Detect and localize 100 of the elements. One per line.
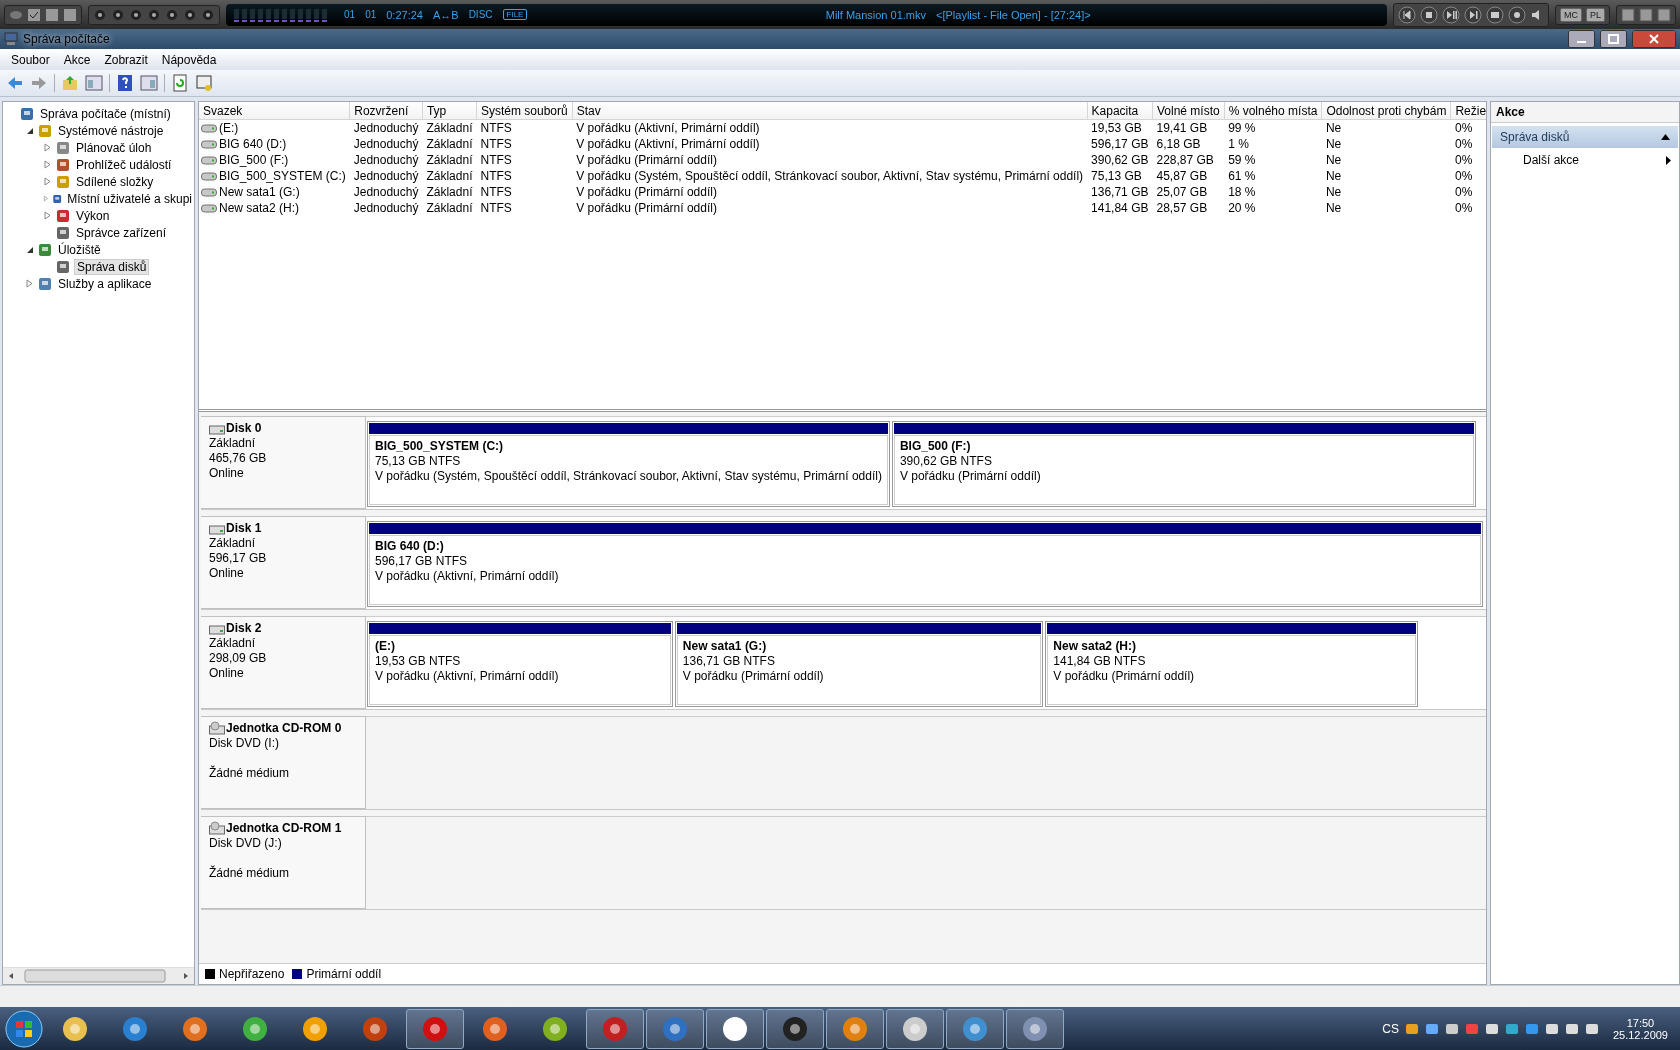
- column-header[interactable]: Stav: [572, 102, 1088, 120]
- tray-icon[interactable]: [1584, 1021, 1599, 1036]
- refresh-icon[interactable]: [171, 74, 189, 92]
- menu-item[interactable]: Nápověda: [154, 50, 224, 69]
- column-header[interactable]: Systém souborů: [476, 102, 573, 120]
- drive-icon: [201, 123, 217, 133]
- column-header[interactable]: Rozvržení: [349, 102, 423, 120]
- taskbar-app-button[interactable]: [1006, 1008, 1064, 1049]
- column-header[interactable]: % volného místa: [1224, 102, 1322, 120]
- tray-icon[interactable]: [1484, 1021, 1499, 1036]
- start-button[interactable]: [4, 1008, 44, 1049]
- tree-item[interactable]: Prohlížeč událostí: [74, 157, 174, 172]
- disc-label: DISC: [468, 9, 493, 20]
- help-icon[interactable]: [116, 74, 134, 92]
- expand-arrow-icon[interactable]: [43, 177, 52, 186]
- tray-icon[interactable]: [1564, 1021, 1579, 1036]
- taskbar-app-button[interactable]: [706, 1008, 764, 1049]
- column-header[interactable]: Svazek: [199, 102, 350, 120]
- tree-item[interactable]: Služby a aplikace: [56, 276, 154, 291]
- table-cell: Jednoduchý: [353, 153, 419, 167]
- taskbar-app-button[interactable]: [886, 1008, 944, 1049]
- play-pause-button[interactable]: [1442, 5, 1460, 24]
- expand-arrow-icon[interactable]: [25, 279, 34, 288]
- tree-item[interactable]: Výkon: [74, 208, 112, 223]
- media-status: Žádné médium: [209, 766, 291, 780]
- taskbar-app-button[interactable]: [946, 1008, 1004, 1049]
- tree-node-icon: [55, 207, 71, 224]
- tray-icon[interactable]: [1544, 1021, 1559, 1036]
- tree-item[interactable]: Správce zařízení: [74, 225, 169, 240]
- collapse-arrow-icon[interactable]: [25, 245, 34, 254]
- clock-date[interactable]: 25.12.2009: [1612, 1028, 1668, 1041]
- folder-up-icon[interactable]: [61, 74, 79, 92]
- partition-block[interactable]: BIG_500_SYSTEM (C:) 75,13 GB NTFS V pořádku (Systém, Spouštěcí oddíl, Stránkovací soubor, Aktivní, Stav systému, Primární oddíl): [367, 421, 890, 507]
- language-indicator[interactable]: CS: [1382, 1021, 1399, 1036]
- partition-block[interactable]: (E:) 19,53 GB NTFS V pořádku (Aktivní, Primární oddíl): [367, 621, 673, 707]
- ab-repeat-button[interactable]: A↔B: [432, 8, 459, 21]
- tray-icon[interactable]: [1404, 1021, 1419, 1036]
- pane-toggle-icon[interactable]: [140, 74, 158, 92]
- expand-arrow-icon[interactable]: [43, 211, 52, 220]
- clock-time[interactable]: 17:50: [1626, 1016, 1655, 1029]
- tree-item[interactable]: Správa disků: [74, 258, 150, 275]
- tray-icon[interactable]: [1444, 1021, 1459, 1036]
- column-header[interactable]: Volné místo: [1152, 102, 1225, 120]
- partition-block[interactable]: BIG_500 (F:) 390,62 GB NTFS V pořádku (Primární oddíl): [891, 421, 1477, 507]
- partition-block[interactable]: New sata2 (H:) 141,84 GB NTFS V pořádku (Primární oddíl): [1045, 621, 1419, 707]
- collapse-icon[interactable]: [1661, 134, 1670, 140]
- drive-icon: [201, 139, 217, 149]
- maximize-button[interactable]: [1600, 30, 1627, 48]
- next-button[interactable]: [1464, 5, 1482, 24]
- partition-block[interactable]: New sata1 (G:) 136,71 GB NTFS V pořádku (Primární oddíl): [674, 621, 1044, 707]
- pane-toggle-icon[interactable]: [85, 74, 103, 92]
- table-cell: Ne: [1325, 137, 1342, 151]
- check-icon[interactable]: [27, 7, 41, 22]
- table-cell: NTFS: [480, 121, 512, 135]
- tree-item[interactable]: Plánovač úloh: [74, 140, 154, 155]
- tree-item[interactable]: Úložiště: [56, 242, 103, 257]
- disk-label-panel[interactable]: Jednotka CD-ROM 1 Disk DVD (J:) Žádné médium: [201, 816, 366, 909]
- disk-label-panel[interactable]: Disk 0 Základní 465,76 GB Online: [201, 416, 366, 509]
- table-cell: Jednoduchý: [353, 121, 419, 135]
- tree-item[interactable]: Místní uživatelé a skupi: [65, 191, 194, 206]
- tray-icon[interactable]: [1424, 1021, 1439, 1036]
- column-header[interactable]: Typ: [422, 102, 477, 120]
- panel-toggle-button[interactable]: MC: [1560, 7, 1582, 22]
- menu-item[interactable]: Zobrazit: [97, 50, 155, 69]
- taskbar-app-button[interactable]: [826, 1008, 884, 1049]
- tree-item[interactable]: Sdílené složky: [74, 174, 156, 189]
- previous-button[interactable]: [1398, 5, 1416, 24]
- forward-icon[interactable]: [30, 74, 48, 92]
- disk-size: 596,17 GB: [209, 551, 268, 565]
- partition-status: V pořádku (Primární oddíl): [899, 469, 1042, 483]
- tray-icon[interactable]: [1504, 1021, 1519, 1036]
- menu-item[interactable]: Soubor: [4, 50, 57, 69]
- tree-item[interactable]: Správa počítače (místní): [38, 106, 173, 121]
- taskbar-app-button[interactable]: [766, 1008, 824, 1049]
- disk-label-panel[interactable]: Disk 2 Základní 298,09 GB Online: [201, 616, 366, 709]
- disk-type: Základní: [209, 636, 257, 650]
- pane-title: Akce: [1491, 102, 1679, 123]
- disk-label-panel[interactable]: Jednotka CD-ROM 0 Disk DVD (I:) Žádné médium: [201, 716, 366, 809]
- column-header[interactable]: Odolnost proti chybám: [1321, 102, 1451, 120]
- legend-label: Primární oddíl: [306, 967, 382, 981]
- expand-arrow-icon[interactable]: [43, 143, 52, 152]
- disk-status: Online: [209, 566, 245, 580]
- table-cell: 0%: [1454, 153, 1473, 167]
- menu-item[interactable]: Akce: [56, 50, 98, 69]
- expand-arrow-icon[interactable]: [43, 160, 52, 169]
- action-section-header[interactable]: Správa disků: [1492, 126, 1678, 148]
- column-header[interactable]: Kapacita: [1087, 102, 1153, 120]
- table-cell: Ne: [1325, 185, 1342, 199]
- action-item[interactable]: Další akce: [1491, 151, 1679, 169]
- column-header[interactable]: Režie: [1450, 102, 1486, 120]
- tree-item[interactable]: Systémové nástroje: [56, 123, 166, 138]
- table-cell: 99 %: [1228, 121, 1256, 135]
- table-cell: Základní: [426, 169, 473, 183]
- partition-block[interactable]: BIG 640 (D:) 596,17 GB NTFS V pořádku (Aktivní, Primární oddíl): [367, 521, 1483, 607]
- tray-icon[interactable]: [1524, 1021, 1539, 1036]
- back-icon[interactable]: [6, 74, 24, 92]
- disk-label-panel[interactable]: Disk 1 Základní 596,17 GB Online: [201, 516, 366, 609]
- stop-button[interactable]: [1420, 5, 1438, 24]
- panel-toggle-button[interactable]: PL: [1586, 7, 1605, 22]
- collapse-arrow-icon[interactable]: [25, 126, 34, 135]
